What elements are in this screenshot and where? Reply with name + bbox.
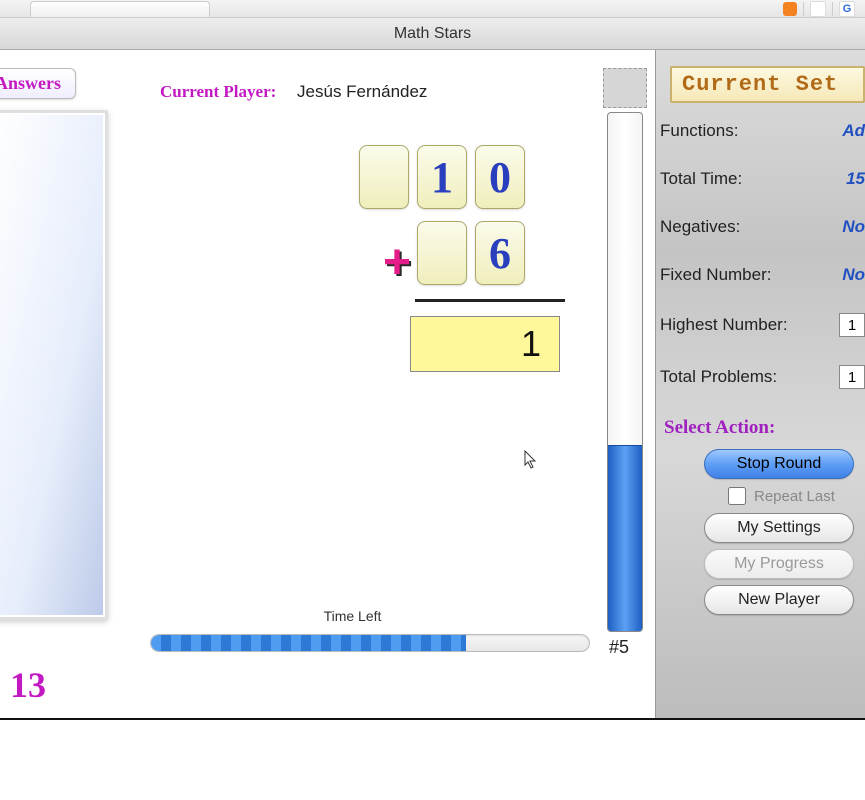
new-player-button[interactable]: New Player [704, 585, 854, 615]
setting-fixed-number: Fixed Number: No [656, 265, 865, 285]
digit-tile: 1 [417, 145, 467, 209]
time-left-label: Time Left [324, 608, 382, 624]
google-icon[interactable]: G [839, 1, 855, 17]
rss-icon[interactable] [783, 2, 797, 16]
answer-input[interactable] [410, 316, 560, 372]
my-settings-button[interactable]: My Settings [704, 513, 854, 543]
time-left-fill [151, 635, 466, 651]
browser-chrome: G [0, 0, 865, 18]
setting-label: Highest Number: [660, 315, 788, 335]
bookmark-icon[interactable] [810, 1, 826, 17]
operator-icon: + [383, 235, 411, 290]
setting-functions: Functions: Ad [656, 121, 865, 141]
digit-tile: 6 [475, 221, 525, 285]
window-titlebar: Math Stars [0, 18, 865, 50]
stop-round-button[interactable]: Stop Round [704, 449, 854, 479]
meter-top-slot [603, 68, 647, 108]
setting-label: Fixed Number: [660, 265, 771, 285]
top-operand: 1 0 [265, 145, 525, 209]
setting-highest-number: Highest Number: [656, 313, 865, 337]
setting-value: Ad [842, 121, 865, 141]
current-player-name: Jesús Fernández [297, 82, 427, 101]
settings-title: Current Set [670, 66, 865, 103]
problem-number: #5 [609, 637, 629, 658]
total-problems-input[interactable] [839, 365, 865, 389]
equals-line [415, 299, 565, 302]
repeat-last-label: Repeat Last [754, 488, 835, 505]
my-progress-button: My Progress [704, 549, 854, 579]
problem-meter-fill [608, 445, 642, 631]
setting-total-problems: Total Problems: [656, 365, 865, 389]
setting-negatives: Negatives: No [656, 217, 865, 237]
setting-total-time: Total Time: 15 [656, 169, 865, 189]
repeat-last-checkbox[interactable] [728, 487, 746, 505]
setting-value: No [842, 217, 865, 237]
browser-tab[interactable] [30, 1, 210, 17]
current-player-line: Current Player: Jesús Fernández [160, 82, 427, 102]
digit-tile [359, 145, 409, 209]
setting-label: Negatives: [660, 217, 740, 237]
answers-button[interactable]: Answers [0, 68, 76, 99]
math-problem: 1 0 + 6 [265, 145, 525, 372]
digit-tile: 0 [475, 145, 525, 209]
separator [832, 2, 833, 16]
repeat-last-row[interactable]: Repeat Last [728, 487, 865, 505]
current-player-label: Current Player: [160, 82, 276, 101]
digit-tile [417, 221, 467, 285]
setting-label: Functions: [660, 121, 738, 141]
highest-number-input[interactable] [839, 313, 865, 337]
center-pane: Current Player: Jesús Fernández 1 0 + 6 … [110, 50, 595, 718]
select-action-label: Select Action: [664, 417, 865, 439]
setting-value: No [842, 265, 865, 285]
setting-label: Total Problems: [660, 367, 777, 387]
score-display: 13 [10, 664, 46, 706]
problem-meter-wrap: #5 [595, 50, 655, 718]
cursor-icon [524, 450, 538, 470]
setting-value: 15 [846, 169, 865, 189]
stars-board [0, 110, 108, 620]
setting-label: Total Time: [660, 169, 742, 189]
app-body: Answers 13 Current Player: Jesús Fernánd… [0, 50, 865, 720]
window-title: Math Stars [394, 25, 471, 43]
separator [803, 2, 804, 16]
time-left-bar [150, 634, 590, 652]
problem-meter [607, 112, 643, 632]
left-pane: Answers 13 [0, 50, 110, 718]
settings-panel: Current Set Functions: Ad Total Time: 15… [655, 50, 865, 718]
